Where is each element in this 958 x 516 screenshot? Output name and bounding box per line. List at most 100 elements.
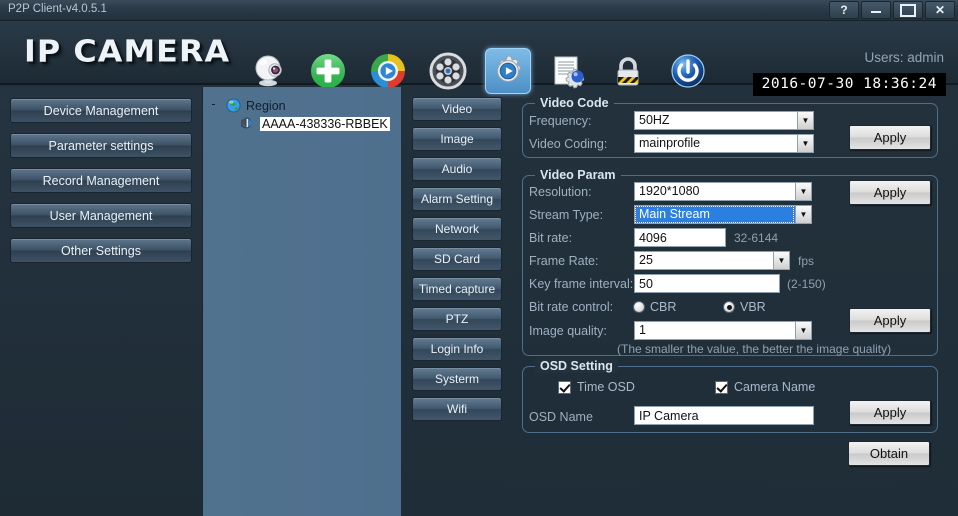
tab-alarm-setting[interactable]: Alarm Setting [412, 187, 502, 211]
tab-login-info[interactable]: Login Info [412, 337, 502, 361]
tab-audio[interactable]: Audio [412, 157, 502, 181]
title-bar: P2P Client-v4.0.5.1 ? ✕ [0, 0, 958, 21]
key-frame-interval-label: Key frame interval: [529, 277, 634, 291]
tree-node-region-label: Region [246, 98, 286, 113]
tab-image[interactable]: Image [412, 127, 502, 151]
camera-name-label: Camera Name [734, 380, 816, 394]
resolution-label: Resolution: [529, 185, 592, 199]
video-code-apply-button[interactable]: Apply [849, 125, 931, 150]
video-param-legend: Video Param [535, 168, 621, 182]
frequency-select[interactable]: 50HZ ▼ [634, 111, 814, 130]
radio-dot-icon [723, 301, 735, 313]
frame-rate-unit: fps [798, 254, 815, 268]
minimize-button[interactable] [861, 1, 891, 19]
sidebar-item-other-settings[interactable]: Other Settings [10, 238, 192, 263]
image-quality-value: 1 [634, 321, 795, 340]
resolution-value: 1920*1080 [634, 182, 795, 201]
vbr-label: VBR [740, 300, 766, 314]
app-logo: IP CAMERA [24, 34, 231, 70]
camera-device-icon [240, 116, 256, 131]
video-param-apply-top-button[interactable]: Apply [849, 180, 931, 205]
image-quality-label: Image quality: [529, 324, 607, 338]
cbr-label: CBR [650, 300, 677, 314]
camera-name-checkbox[interactable]: Camera Name [715, 380, 815, 394]
chevron-down-icon[interactable]: ▼ [797, 111, 814, 130]
left-navigation: Device Management Parameter settings Rec… [0, 87, 202, 516]
tree-node-region[interactable]: - Region [208, 98, 286, 113]
chevron-down-icon[interactable]: ▼ [795, 182, 812, 201]
bit-rate-control-vbr-radio[interactable]: VBR [723, 300, 766, 314]
application-window: P2P Client-v4.0.5.1 ? ✕ IP CAMERA Users:… [0, 0, 958, 516]
video-coding-select[interactable]: mainprofile ▼ [634, 134, 814, 153]
tree-expander-icon[interactable]: - [208, 98, 219, 111]
osd-name-label: OSD Name [529, 410, 593, 424]
bit-rate-control-cbr-radio[interactable]: CBR [633, 300, 676, 314]
stream-type-select[interactable]: Main Stream ▼ [634, 205, 812, 224]
tab-video[interactable]: Video [412, 97, 502, 121]
power-icon[interactable] [665, 48, 711, 94]
film-reel-icon[interactable] [425, 48, 471, 94]
help-button[interactable]: ? [829, 1, 859, 19]
frame-rate-label: Frame Rate: [529, 254, 599, 268]
sidebar-item-record-management[interactable]: Record Management [10, 168, 192, 193]
video-param-apply-bottom-button[interactable]: Apply [849, 308, 931, 333]
frequency-label: Frequency: [529, 114, 592, 128]
video-param-group: Video Param Resolution: 1920*1080 ▼ Stre… [522, 168, 938, 356]
image-quality-select[interactable]: 1 ▼ [634, 321, 812, 340]
user-label: Users: admin [864, 50, 944, 65]
frequency-value: 50HZ [634, 111, 797, 130]
tree-node-device[interactable]: AAAA-438336-RBBEK [240, 116, 390, 131]
settings-tab-list: Video Image Audio Alarm Setting Network … [412, 97, 502, 427]
tab-sd-card[interactable]: SD Card [412, 247, 502, 271]
frame-rate-value: 25 [634, 251, 773, 270]
video-code-group: Video Code Frequency: 50HZ ▼ Video Codin… [522, 96, 938, 158]
sidebar-item-parameter-settings[interactable]: Parameter settings [10, 133, 192, 158]
gear-settings-icon[interactable] [485, 48, 531, 94]
lock-icon[interactable] [605, 48, 651, 94]
tab-network[interactable]: Network [412, 217, 502, 241]
tab-timed-capture[interactable]: Timed capture [412, 277, 502, 301]
chevron-down-icon[interactable]: ▼ [795, 205, 812, 224]
window-controls: ? ✕ [829, 1, 955, 19]
device-tree-panel: - Region AAAA-438336-RBBEK [202, 87, 401, 516]
tab-systerm[interactable]: Systerm [412, 367, 502, 391]
tab-ptz[interactable]: PTZ [412, 307, 502, 331]
bit-rate-input[interactable]: 4096 [634, 228, 726, 247]
resolution-select[interactable]: 1920*1080 ▼ [634, 182, 812, 201]
log-gear-icon[interactable] [545, 48, 591, 94]
radio-dot-icon [633, 301, 645, 313]
time-osd-label: Time OSD [577, 380, 635, 394]
chevron-down-icon[interactable]: ▼ [797, 134, 814, 153]
stream-type-label: Stream Type: [529, 208, 604, 222]
app-title: P2P Client-v4.0.5.1 [8, 3, 107, 15]
tree-node-device-label: AAAA-438336-RBBEK [260, 116, 390, 131]
chevron-down-icon[interactable]: ▼ [795, 321, 812, 340]
obtain-button[interactable]: Obtain [848, 441, 930, 466]
osd-name-input[interactable]: IP Camera [634, 406, 814, 425]
video-coding-value: mainprofile [634, 134, 797, 153]
frame-rate-select[interactable]: 25 ▼ [634, 251, 790, 270]
video-code-legend: Video Code [535, 96, 614, 110]
datetime-display: 2016-07-30 18:36:24 [752, 73, 946, 96]
sidebar-item-user-management[interactable]: User Management [10, 203, 192, 228]
stream-type-value: Main Stream [634, 205, 795, 224]
osd-setting-group: OSD Setting Time OSD Camera Name OSD Nam… [522, 359, 938, 433]
image-quality-hint: (The smaller the value, the better the i… [617, 342, 892, 356]
checkbox-icon [558, 380, 571, 394]
close-button[interactable]: ✕ [925, 1, 955, 19]
bit-rate-range: 32-6144 [734, 231, 779, 245]
osd-apply-button[interactable]: Apply [849, 400, 931, 425]
chevron-down-icon[interactable]: ▼ [773, 251, 790, 270]
video-coding-label: Video Coding: [529, 137, 608, 151]
globe-icon [226, 98, 241, 113]
bit-rate-label: Bit rate: [529, 231, 573, 245]
checkbox-icon [715, 380, 728, 394]
tab-wifi[interactable]: Wifi [412, 397, 502, 421]
osd-setting-legend: OSD Setting [535, 359, 618, 373]
time-osd-checkbox[interactable]: Time OSD [558, 380, 635, 394]
key-frame-interval-range: (2-150) [787, 277, 826, 291]
sidebar-item-device-management[interactable]: Device Management [10, 98, 192, 123]
header-bar: IP CAMERA Users: admin 2016-07-30 18:36:… [0, 21, 958, 96]
maximize-button[interactable] [893, 1, 923, 19]
key-frame-interval-input[interactable]: 50 [634, 274, 780, 293]
